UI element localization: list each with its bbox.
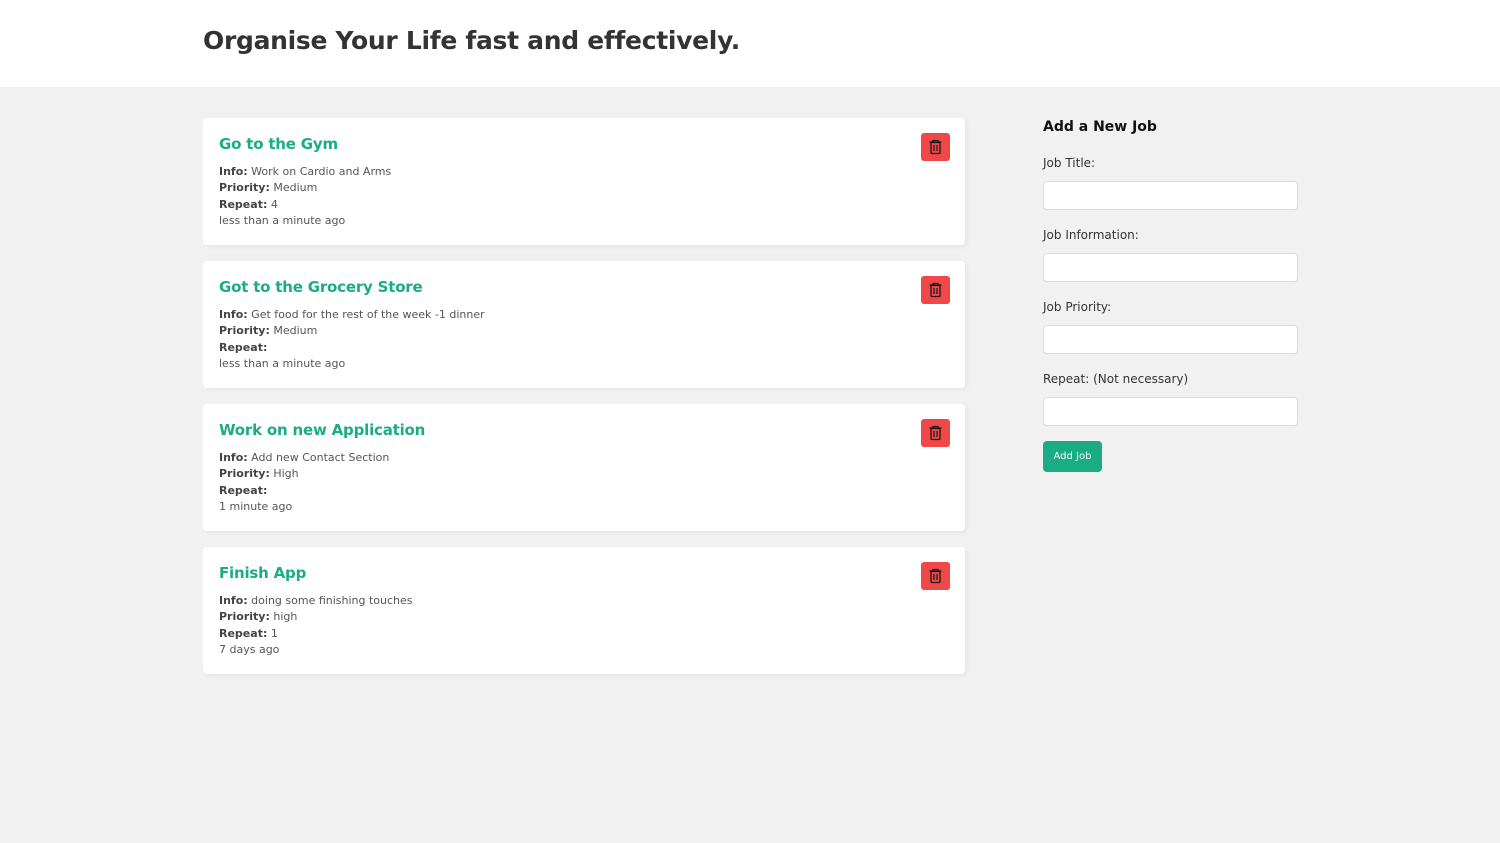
job-repeat: Repeat: — [219, 484, 267, 498]
trash-icon — [929, 568, 942, 584]
delete-button[interactable] — [921, 562, 950, 590]
repeat-input[interactable] — [1043, 397, 1298, 426]
job-repeat: Repeat: 1 — [219, 627, 278, 641]
job-priority: Priority: Medium — [219, 324, 317, 338]
job-repeat-value: 1 — [270, 627, 278, 640]
job-priority-label: Job Priority: — [1043, 300, 1112, 314]
job-card: Finish App Info: doing some finishing to… — [203, 547, 965, 674]
job-priority-value: Medium — [273, 181, 318, 194]
add-job-button[interactable]: Add Job — [1043, 441, 1102, 472]
job-timestamp: less than a minute ago — [219, 214, 346, 227]
job-priority-input[interactable] — [1043, 325, 1298, 354]
form-title: Add a New Job — [1043, 119, 1157, 135]
repeat-label: Repeat: (Not necessary) — [1043, 372, 1189, 386]
job-info: Info: Add new Contact Section — [219, 451, 389, 465]
repeat-label: Repeat: — [219, 198, 268, 211]
info-label: Info: — [219, 451, 248, 464]
priority-label: Priority: — [219, 181, 270, 194]
job-priority: Priority: Medium — [219, 181, 317, 195]
job-priority: Priority: High — [219, 467, 299, 481]
repeat-label: Repeat: — [219, 484, 268, 497]
page-header: Organise Your Life fast and effectively. — [0, 0, 1500, 87]
job-priority-value: high — [273, 610, 298, 623]
job-info-value: doing some finishing touches — [251, 594, 413, 607]
job-info: Info: Get food for the rest of the week … — [219, 308, 485, 322]
job-card: Work on new Application Info: Add new Co… — [203, 404, 965, 531]
trash-icon — [929, 282, 942, 298]
job-timestamp: 7 days ago — [219, 643, 280, 656]
delete-button[interactable] — [921, 276, 950, 304]
repeat-label: Repeat: — [219, 341, 268, 354]
job-priority-value: Medium — [273, 324, 318, 337]
repeat-label: Repeat: — [219, 627, 268, 640]
trash-icon — [929, 425, 942, 441]
trash-icon — [929, 139, 942, 155]
job-info-value: Get food for the rest of the week -1 din… — [251, 308, 485, 321]
job-title: Finish App — [219, 564, 307, 582]
priority-label: Priority: — [219, 467, 270, 480]
job-card: Go to the Gym Info: Work on Cardio and A… — [203, 118, 965, 245]
info-label: Info: — [219, 594, 248, 607]
job-information-input[interactable] — [1043, 253, 1298, 282]
job-repeat: Repeat: 4 — [219, 198, 278, 212]
delete-button[interactable] — [921, 419, 950, 447]
info-label: Info: — [219, 308, 248, 321]
delete-button[interactable] — [921, 133, 950, 161]
job-information-label: Job Information: — [1043, 228, 1139, 242]
job-title: Got to the Grocery Store — [219, 278, 423, 296]
job-repeat: Repeat: — [219, 341, 267, 355]
priority-label: Priority: — [219, 324, 270, 337]
job-title: Go to the Gym — [219, 135, 338, 153]
page-title: Organise Your Life fast and effectively. — [203, 26, 740, 55]
job-repeat-value: 4 — [270, 198, 278, 211]
info-label: Info: — [219, 165, 248, 178]
job-timestamp: 1 minute ago — [219, 500, 293, 513]
job-title-label: Job Title: — [1043, 156, 1096, 170]
job-title-input[interactable] — [1043, 181, 1298, 210]
job-info: Info: doing some finishing touches — [219, 594, 413, 608]
job-title: Work on new Application — [219, 421, 426, 439]
job-info-value: Work on Cardio and Arms — [251, 165, 392, 178]
job-info: Info: Work on Cardio and Arms — [219, 165, 391, 179]
job-card: Got to the Grocery Store Info: Get food … — [203, 261, 965, 388]
job-priority-value: High — [273, 467, 299, 480]
job-timestamp: less than a minute ago — [219, 357, 346, 370]
job-priority: Priority: high — [219, 610, 297, 624]
job-info-value: Add new Contact Section — [251, 451, 390, 464]
priority-label: Priority: — [219, 610, 270, 623]
